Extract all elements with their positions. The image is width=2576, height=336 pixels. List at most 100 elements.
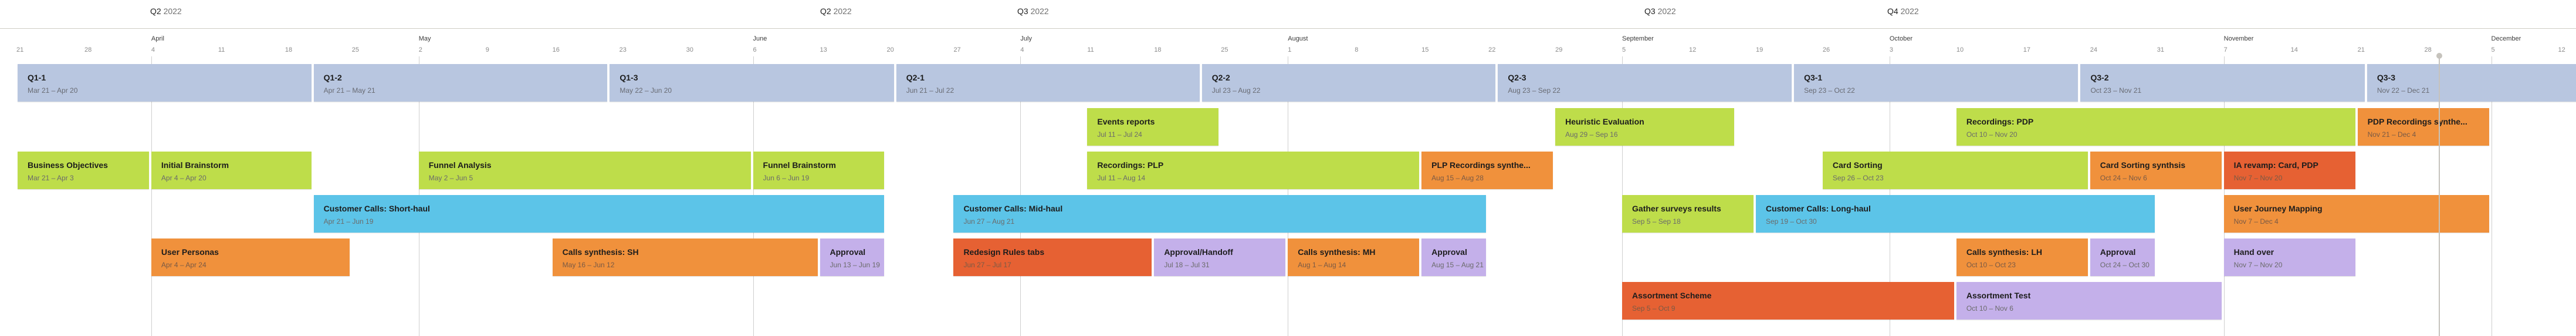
week-label: 11 [1087, 46, 1094, 53]
task-bar[interactable]: PLP Recordings synthe... Aug 15 – Aug 28 [1421, 152, 1553, 189]
task-bar-title: Card Sorting [1832, 160, 1883, 170]
task-bar-title: Hand over [2233, 247, 2274, 257]
week-label: 21 [2357, 46, 2365, 53]
week-label: 8 [1355, 46, 1359, 53]
task-bar[interactable]: Initial Brainstorm Apr 4 – Apr 20 [151, 152, 312, 189]
task-bar[interactable]: Assortment Scheme Sep 5 – Oct 9 [1622, 282, 1954, 320]
task-bar-title: Business Objectives [28, 160, 108, 170]
task-bar-title: Approval [2100, 247, 2136, 257]
today-dot-icon[interactable] [2436, 53, 2442, 59]
quarter-name: Q2 [150, 6, 164, 16]
task-bar-title: Approval [830, 247, 866, 257]
task-bar[interactable]: Recordings: PLP Jul 11 – Aug 14 [1087, 152, 1420, 189]
header-divider [0, 28, 2576, 29]
task-bar-title: Calls synthesis: SH [562, 247, 639, 257]
task-bar[interactable]: Customer Calls: Mid-haul Jun 27 – Aug 21 [953, 195, 1487, 233]
task-bar-dates: Oct 10 – Nov 20 [1966, 130, 2018, 139]
task-bar[interactable]: Funnel Brainstorm Jun 6 – Jun 19 [753, 152, 885, 189]
task-bar-dates: Nov 7 – Nov 20 [2233, 174, 2283, 182]
task-bar[interactable]: Customer Calls: Long-haul Sep 19 – Oct 30 [1755, 195, 2155, 233]
sprint-bar-title: Q2-3 [1508, 73, 1526, 82]
month-label: December [2491, 35, 2521, 42]
week-label: 30 [686, 46, 693, 53]
month-label: September [1622, 35, 1654, 42]
week-label: 4 [1020, 46, 1024, 53]
quarter-year: 2022 [833, 6, 852, 16]
task-bar-dates: Jun 6 – Jun 19 [763, 174, 810, 182]
task-bar[interactable]: Card Sorting Sep 26 – Oct 23 [1822, 152, 2088, 189]
sprint-bar[interactable]: Q1-2 Apr 21 – May 21 [313, 64, 608, 102]
task-bar[interactable]: Recordings: PDP Oct 10 – Nov 20 [1956, 108, 2355, 146]
task-bar[interactable]: Approval Aug 15 – Aug 21 [1421, 238, 1487, 276]
month-label: May [418, 35, 431, 42]
task-bar[interactable]: Events reports Jul 11 – Jul 24 [1087, 108, 1219, 146]
task-bar[interactable]: Hand over Nov 7 – Nov 20 [2223, 238, 2355, 276]
month-label: August [1288, 35, 1308, 42]
task-bar-title: Heuristic Evaluation [1565, 117, 1644, 126]
task-bar[interactable]: Approval Oct 24 – Oct 30 [2090, 238, 2155, 276]
task-bar[interactable]: Card Sorting synthsis Oct 24 – Nov 6 [2090, 152, 2222, 189]
week-label: 28 [2424, 46, 2432, 53]
week-label: 5 [2491, 46, 2495, 53]
task-bar[interactable]: PDP Recordings synthe... Nov 21 – Dec 4 [2357, 108, 2489, 146]
task-bar[interactable]: IA revamp: Card, PDP Nov 7 – Nov 20 [2223, 152, 2355, 189]
sprint-bar[interactable]: Q3-1 Sep 23 – Oct 22 [1794, 64, 2079, 102]
task-bar[interactable]: User Journey Mapping Nov 7 – Dec 4 [2223, 195, 2489, 233]
sprint-bar[interactable]: Q3-2 Oct 23 – Nov 21 [2080, 64, 2365, 102]
sprint-bar[interactable]: Q2-2 Jul 23 – Aug 22 [1201, 64, 1496, 102]
week-label: 31 [2157, 46, 2164, 53]
sprint-bar[interactable]: Q3-3 Nov 22 – Dec 21 [2367, 64, 2576, 102]
task-bar-dates: Sep 26 – Oct 23 [1832, 174, 1884, 182]
task-bar-title: Redesign Rules tabs [963, 247, 1045, 257]
quarter-year: 2022 [1900, 6, 1919, 16]
quarter-year: 2022 [1030, 6, 1049, 16]
month-label: April [151, 35, 164, 42]
task-bar-title: Funnel Analysis [428, 160, 492, 170]
task-bar-dates: Aug 15 – Aug 21 [1431, 261, 1484, 269]
task-bar-dates: May 16 – Jun 12 [562, 261, 615, 269]
task-bar-title: Initial Brainstorm [161, 160, 229, 170]
task-bar-title: Funnel Brainstorm [763, 160, 837, 170]
task-bar-dates: Aug 15 – Aug 28 [1431, 174, 1484, 182]
task-bar[interactable]: Assortment Test Oct 10 – Nov 6 [1956, 282, 2222, 320]
task-bar[interactable]: Business Objectives Mar 21 – Apr 3 [18, 152, 149, 189]
task-bar-title: Customer Calls: Long-haul [1765, 204, 1871, 213]
week-label: 18 [1154, 46, 1162, 53]
week-label: 25 [351, 46, 360, 53]
task-bar-title: Gather surveys results [1632, 204, 1721, 213]
task-bar[interactable]: Calls synthesis: SH May 16 – Jun 12 [552, 238, 818, 276]
task-bar[interactable]: Gather surveys results Sep 5 – Sep 18 [1622, 195, 1754, 233]
task-bar[interactable]: User Personas Apr 4 – Apr 24 [151, 238, 350, 276]
task-bar-dates: Aug 29 – Sep 16 [1565, 130, 1618, 139]
task-bar-dates: Jul 18 – Jul 31 [1164, 261, 1210, 269]
task-bar-dates: Sep 19 – Oct 30 [1765, 217, 1817, 226]
sprint-bar[interactable]: Q1-1 Mar 21 – Apr 20 [18, 64, 312, 102]
task-bar-title: Assortment Scheme [1632, 291, 1712, 300]
week-label: 18 [285, 46, 293, 53]
task-bar-dates: Sep 5 – Sep 18 [1632, 217, 1681, 226]
week-label: 4 [151, 46, 155, 53]
sprint-bar[interactable]: Q2-1 Jun 21 – Jul 22 [896, 64, 1200, 102]
task-bar-title: Card Sorting synthsis [2100, 160, 2186, 170]
sprint-bar-title: Q1-3 [620, 73, 638, 82]
sprint-bar-dates: Sep 23 – Oct 22 [1804, 86, 1855, 95]
quarter-label: Q3 2022 [1644, 6, 1676, 16]
sprint-bar[interactable]: Q2-3 Aug 23 – Sep 22 [1498, 64, 1792, 102]
task-bar[interactable]: Heuristic Evaluation Aug 29 – Sep 16 [1555, 108, 1735, 146]
task-bar[interactable]: Approval Jun 13 – Jun 19 [820, 238, 885, 276]
task-bar[interactable]: Calls synthesis: LH Oct 10 – Oct 23 [1956, 238, 2088, 276]
sprint-bar-dates: Oct 23 – Nov 21 [2090, 86, 2142, 95]
task-bar-dates: May 2 – Jun 5 [428, 174, 473, 182]
quarter-name: Q2 [820, 6, 834, 16]
task-bar-dates: Nov 21 – Dec 4 [2367, 130, 2416, 139]
week-label: 3 [1889, 46, 1893, 53]
task-bar[interactable]: Customer Calls: Short-haul Apr 21 – Jun 1… [313, 195, 885, 233]
task-bar[interactable]: Funnel Analysis May 2 – Jun 5 [418, 152, 751, 189]
task-bar[interactable]: Calls synthesis: MH Aug 1 – Aug 14 [1288, 238, 1420, 276]
task-bar-dates: Apr 21 – Jun 19 [323, 217, 374, 226]
task-bar[interactable]: Redesign Rules tabs Jun 27 – Jul 17 [953, 238, 1152, 276]
sprint-bar[interactable]: Q1-3 May 22 – Jun 20 [610, 64, 894, 102]
task-bar-dates: Oct 10 – Nov 6 [1966, 304, 2013, 313]
task-bar[interactable]: Approval/Handoff Jul 18 – Jul 31 [1154, 238, 1286, 276]
week-label: 28 [84, 46, 92, 53]
